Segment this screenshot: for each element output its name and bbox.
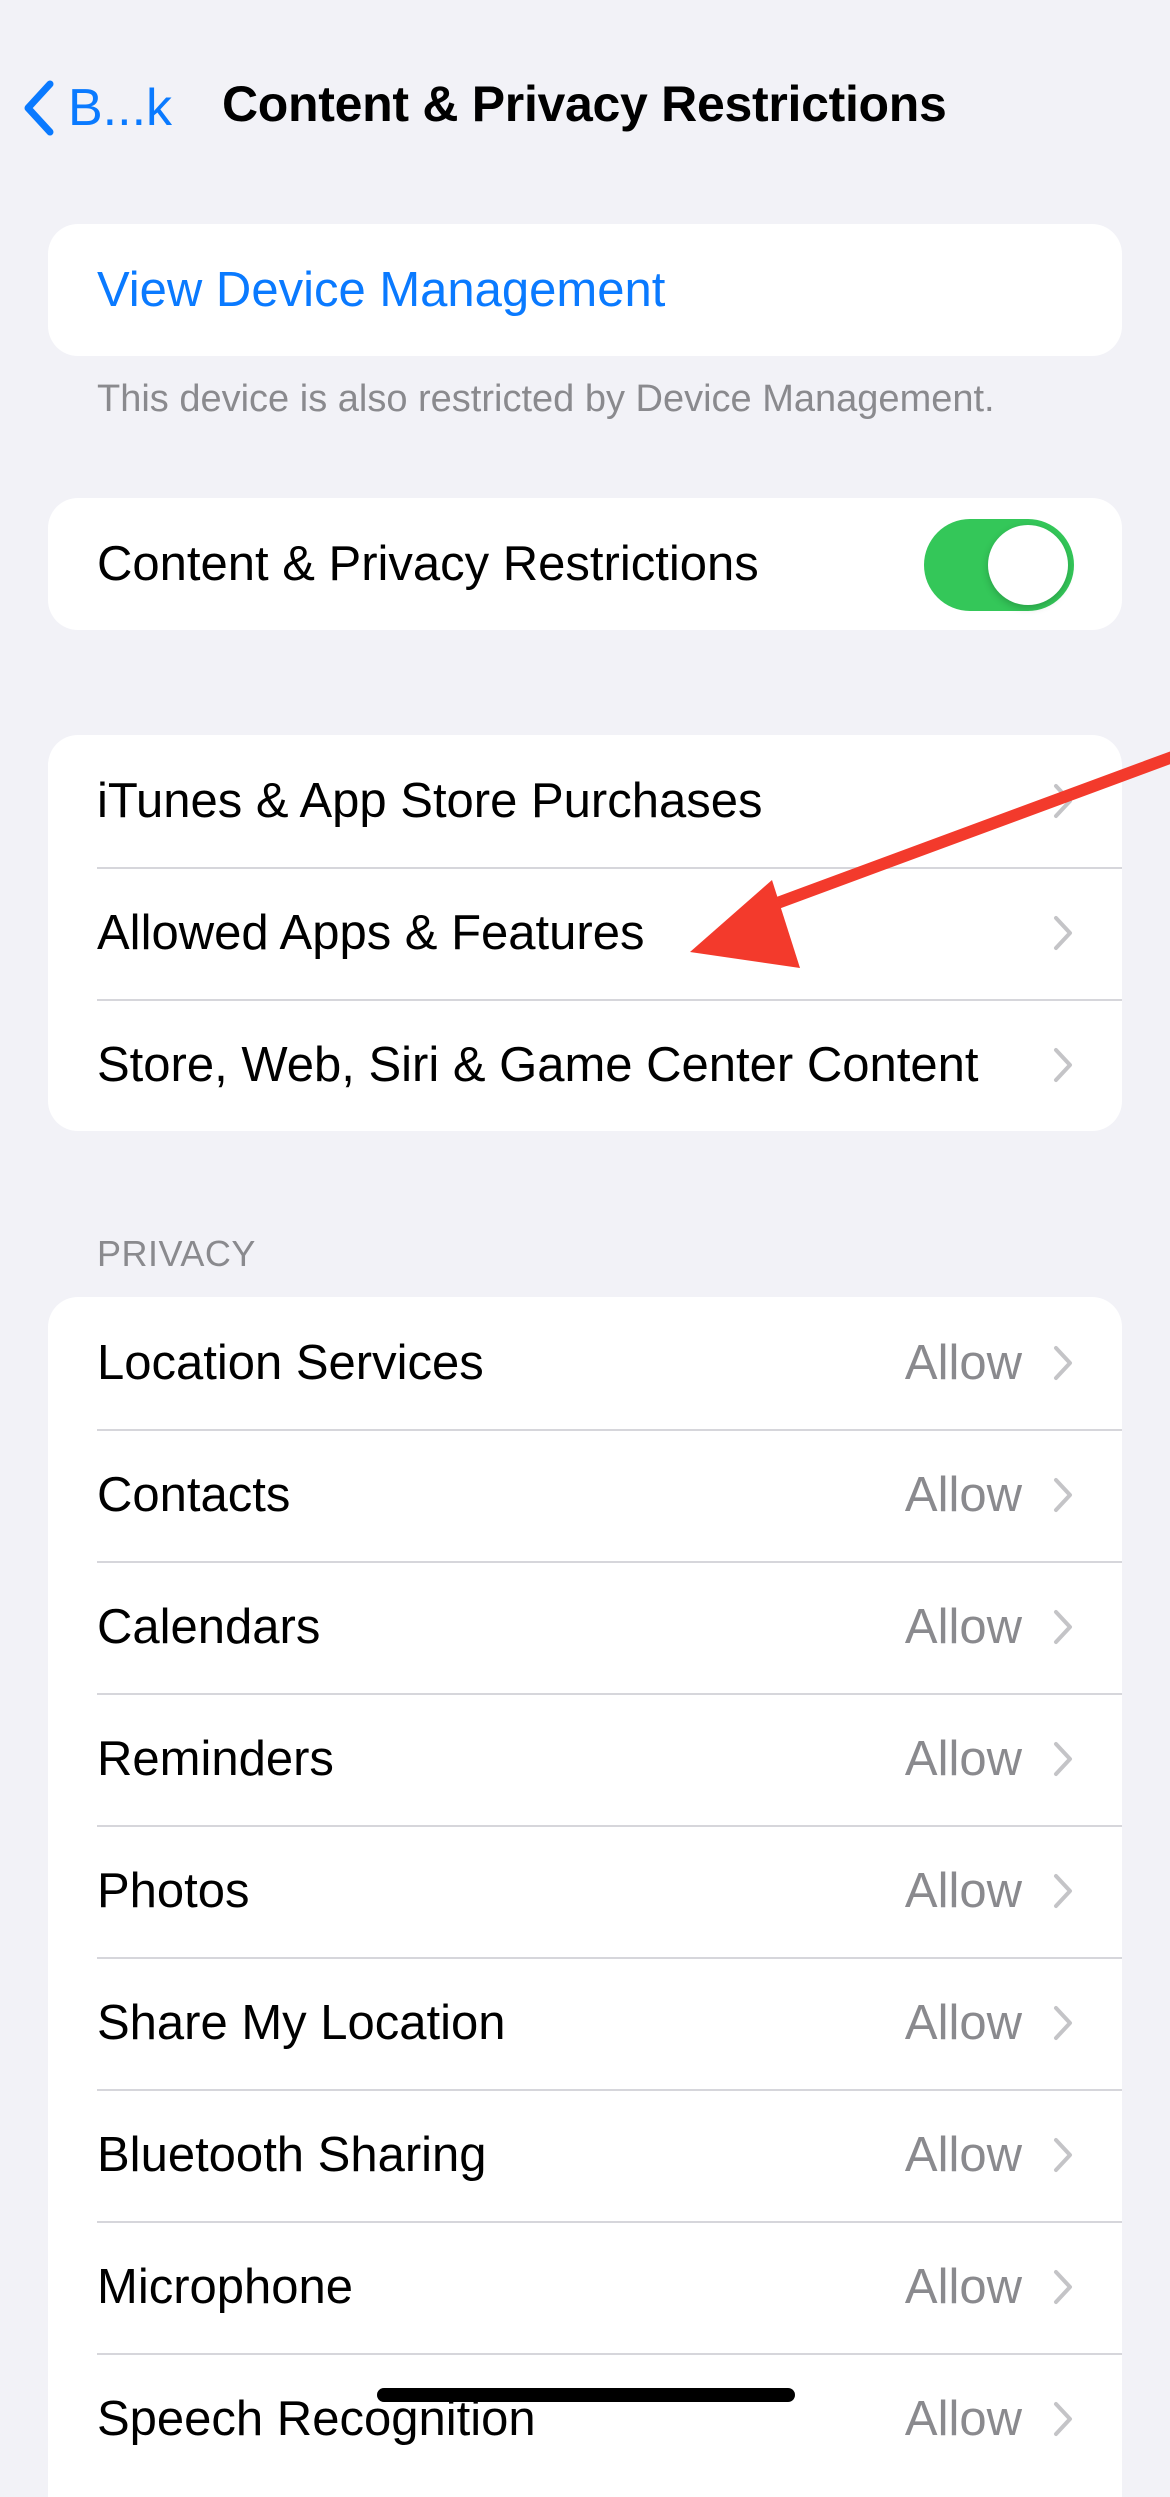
device-management-card: View Device Management <box>48 224 1122 356</box>
chevron-right-icon <box>1054 2270 1072 2304</box>
chevron-right-icon <box>1054 1742 1072 1776</box>
list-item-reminders[interactable]: Reminders Allow <box>48 1693 1122 1825</box>
list-item-photos[interactable]: Photos Allow <box>48 1825 1122 1957</box>
content-settings-card: iTunes & App Store Purchases Allowed App… <box>48 735 1122 1131</box>
list-item-allowed-apps-features[interactable]: Allowed Apps & Features <box>48 867 1122 999</box>
list-item-speech-recognition[interactable]: Speech Recognition Allow <box>48 2353 1122 2485</box>
list-item-bluetooth-sharing[interactable]: Bluetooth Sharing Allow <box>48 2089 1122 2221</box>
restrictions-toggle-row: Content & Privacy Restrictions <box>48 498 1122 630</box>
page-title: Content & Privacy Restrictions <box>222 76 947 132</box>
list-item-calendars[interactable]: Calendars Allow <box>48 1561 1122 1693</box>
list-item-label: Store, Web, Siri & Game Center Content <box>97 1038 979 1092</box>
chevron-right-icon <box>1054 1874 1072 1908</box>
home-indicator <box>377 2388 795 2402</box>
list-item-label: Contacts <box>97 1468 291 1522</box>
restrictions-toggle-switch[interactable] <box>924 519 1074 611</box>
toggle-knob <box>988 525 1068 605</box>
list-item-label: iTunes & App Store Purchases <box>97 774 763 828</box>
list-item-store-web-siri-game-center-content[interactable]: Store, Web, Siri & Game Center Content <box>48 999 1122 1131</box>
list-item-share-my-location[interactable]: Share My Location Allow <box>48 1957 1122 2089</box>
back-button[interactable]: B...k <box>22 68 172 148</box>
list-item-label: Location Services <box>97 1336 484 1390</box>
list-item-label: Allowed Apps & Features <box>97 906 645 960</box>
chevron-right-icon <box>1054 784 1072 818</box>
chevron-right-icon <box>1054 2138 1072 2172</box>
list-item-value: Allow <box>904 2260 1022 2314</box>
privacy-settings-card: Location Services Allow Contacts Allow C… <box>48 1297 1122 2497</box>
list-item-value: Allow <box>904 1336 1022 1390</box>
chevron-right-icon <box>1054 916 1072 950</box>
chevron-right-icon <box>1054 2402 1072 2436</box>
list-item-contacts[interactable]: Contacts Allow <box>48 1429 1122 1561</box>
list-item-label: Microphone <box>97 2260 354 2314</box>
list-item-value: Allow <box>904 1600 1022 1654</box>
list-item-microphone[interactable]: Microphone Allow <box>48 2221 1122 2353</box>
list-item-value: Allow <box>904 2128 1022 2182</box>
chevron-right-icon <box>1054 1610 1072 1644</box>
list-item-location-services[interactable]: Location Services Allow <box>48 1297 1122 1429</box>
list-item-label: Reminders <box>97 1732 334 1786</box>
chevron-right-icon <box>1054 1478 1072 1512</box>
list-item-label: Calendars <box>97 1600 321 1654</box>
back-label: B...k <box>68 79 173 137</box>
chevron-left-icon <box>24 80 54 136</box>
list-item-label: Bluetooth Sharing <box>97 2128 487 2182</box>
view-device-management-link[interactable]: View Device Management <box>48 224 1122 356</box>
chevron-right-icon <box>1054 2006 1072 2040</box>
list-item-value: Allow <box>904 2392 1022 2446</box>
list-item-label: Photos <box>97 1864 250 1918</box>
chevron-right-icon <box>1054 1346 1072 1380</box>
view-device-management-label: View Device Management <box>97 263 666 317</box>
list-item-itunes-app-store-purchases[interactable]: iTunes & App Store Purchases <box>48 735 1122 867</box>
navigation-bar: B...k Content & Privacy Restrictions <box>0 0 1170 200</box>
device-management-footer: This device is also restricted by Device… <box>97 378 995 420</box>
list-item-value: Allow <box>904 1732 1022 1786</box>
list-item-label: Share My Location <box>97 1996 506 2050</box>
restrictions-toggle-card: Content & Privacy Restrictions <box>48 498 1122 630</box>
privacy-section-header: PRIVACY <box>97 1233 256 1274</box>
list-item-value: Allow <box>904 1864 1022 1918</box>
list-item-value: Allow <box>904 1996 1022 2050</box>
chevron-right-icon <box>1054 1048 1072 1082</box>
list-item-value: Allow <box>904 1468 1022 1522</box>
